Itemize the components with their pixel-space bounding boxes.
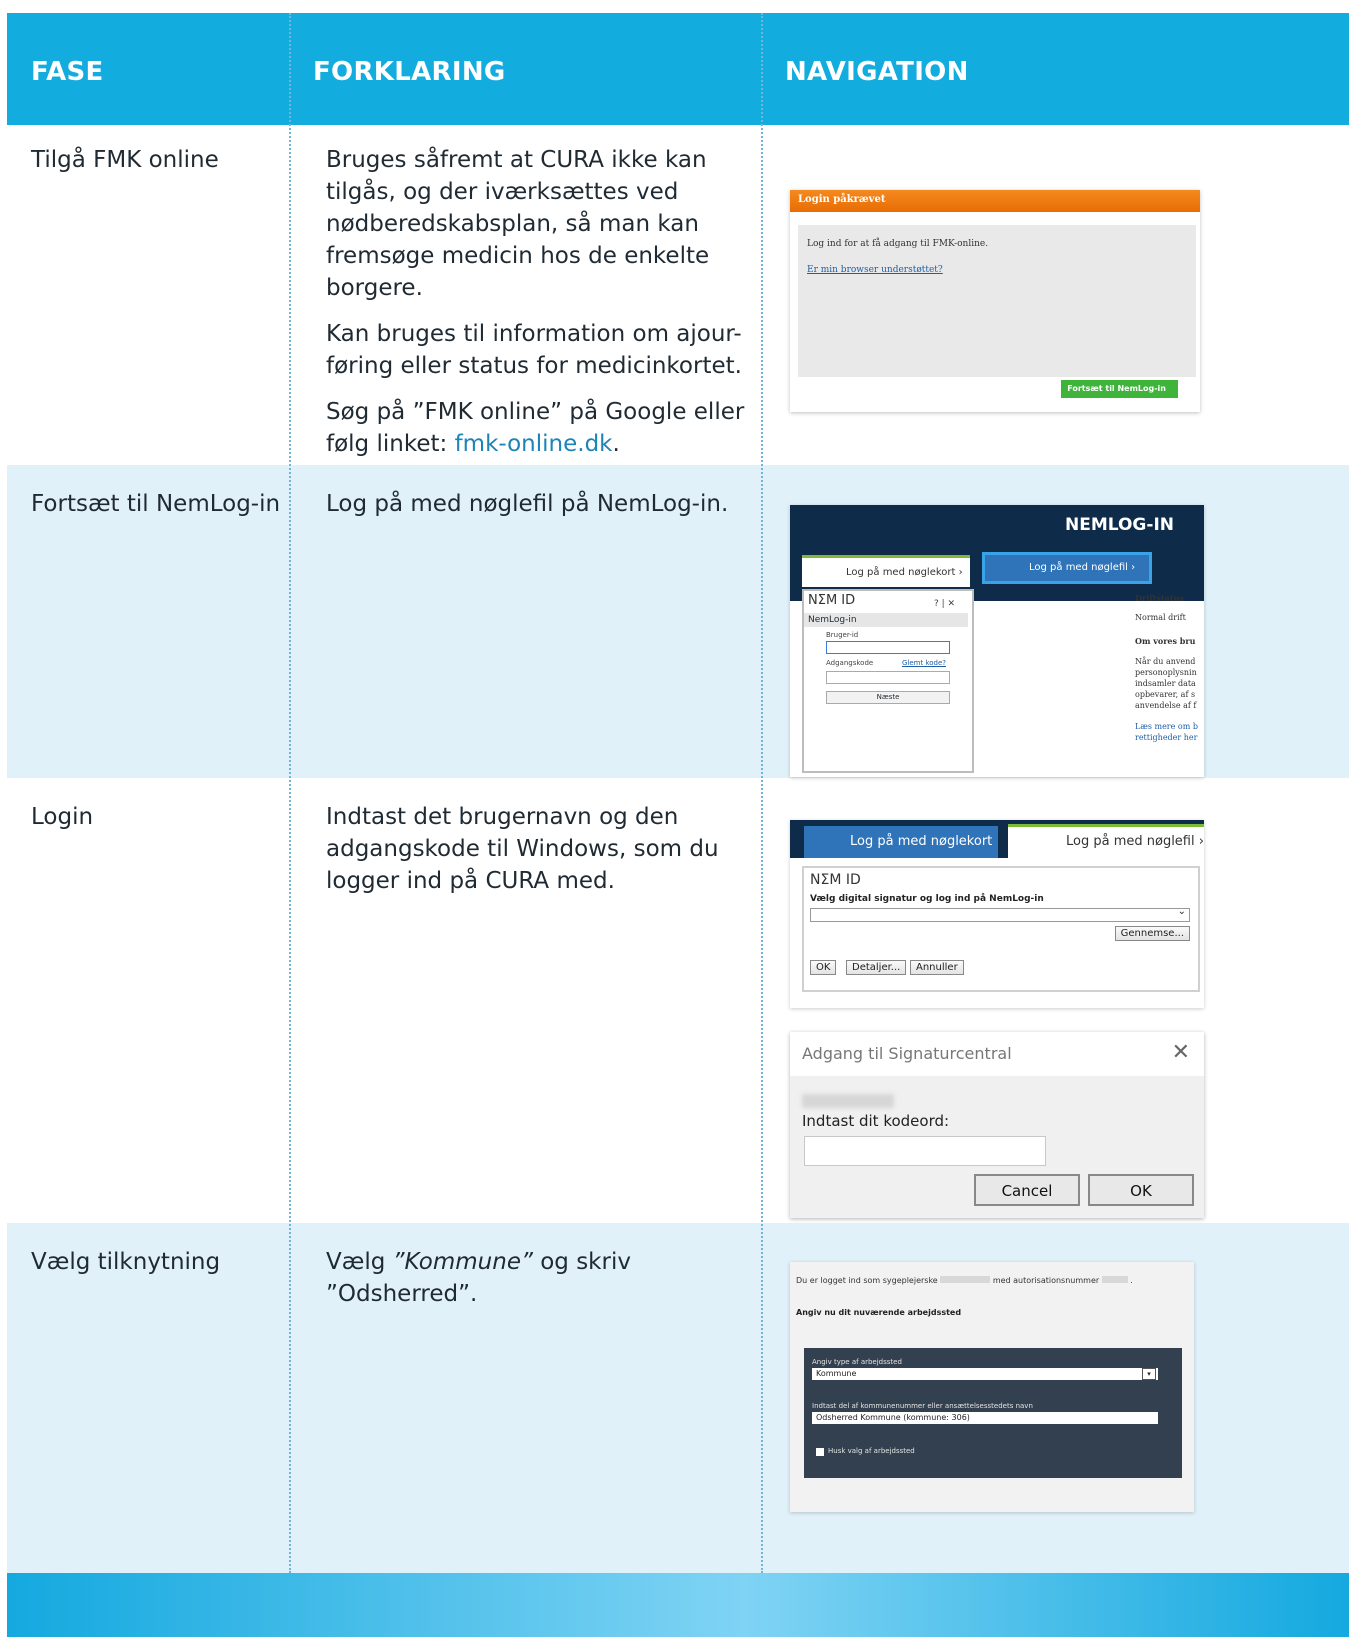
dialog-titlebar: Adgang til Signaturcentral ✕ [790,1032,1204,1076]
tab-keycard[interactable]: Log på med nøglekort › [804,826,998,881]
nemid-login-card: NΣM ID ? | ✕ NemLog-in Bruger-id Adgangs… [802,589,974,773]
side-status: Normal drift [1135,613,1186,622]
close-icon[interactable]: ✕ [1172,1040,1190,1065]
remember-label: Husk valg af arbejdssted [828,1447,915,1455]
ok-button[interactable]: OK [1088,1174,1194,1206]
workplace-form: Angiv type af arbejdssted Kommune ▾ Indta… [804,1348,1182,1478]
nemid-logo: NΣM ID [810,872,861,888]
next-button[interactable]: Næste [826,691,950,704]
tab-bar: Log på med nøglekort › Log på med nøglef… [790,820,1204,881]
tab-keyfile[interactable]: Log på med nøglefil › [982,552,1152,584]
continue-nemlogin-button[interactable]: Fortsæt til NemLog-in [1061,380,1178,398]
header-forklaring: FORKLARING [313,57,506,87]
type-value: Kommune [816,1369,857,1378]
login-panel: Log ind for at få adgang til FMK-online.… [798,225,1196,377]
side-title: Driftstatus [1135,593,1184,603]
text: med autorisationsnummer [992,1276,1100,1285]
nemlogin-logo: NEMLOG-IN [1065,515,1174,535]
chevron-down-icon: ▾ [1142,1368,1156,1380]
cancel-button[interactable]: Cancel [974,1174,1080,1206]
paragraph: Vælg ”Kommune” og skriv ”Odsherred”. [326,1246,756,1310]
login-required-bar: Login påkrævet [790,190,1200,212]
text: Du er logget ind som sygeplejerske [796,1276,938,1285]
password-label: Adgangskode [826,659,874,667]
driftstatus-panel: Driftstatus Normal drift Om vores bru Nå… [1135,589,1204,769]
nemlogin-subtitle: NemLog-in [804,613,968,627]
remember-checkbox[interactable] [816,1448,824,1456]
blurred-username [802,1094,894,1108]
login-text: Log ind for at få adgang til FMK-online. [807,239,989,249]
footer-band [7,1573,1349,1637]
nemlogin-screenshot: NEMLOG-IN Log på med nøglekort › Log på … [790,505,1204,777]
paragraph: Bruges såfremt at CURA ikke kan tilgås, … [326,147,710,301]
text: . [612,431,620,457]
search-label: Indtast del af kommunenummer eller ansæt… [812,1402,1033,1410]
password-input[interactable] [804,1136,1046,1166]
table-header: FASE FORKLARING NAVIGATION [7,13,1349,125]
fase-label: Login [31,804,94,830]
forklaring-text: Log på med nøglefil på NemLog-in. [326,488,756,534]
tab-keyfile[interactable]: Log på med nøglefil › [1008,824,1204,858]
side-title: Om vores bru [1135,636,1196,646]
paragraph: Kan bruges til information om ajour-føri… [326,321,742,379]
chevron-down-icon: ⌄ [1177,906,1186,917]
forklaring-text: Vælg ”Kommune” og skriv ”Odsherred”. [326,1246,756,1324]
signature-select[interactable]: ⌄ [810,906,1190,922]
paragraph: Log på med nøglefil på NemLog-in. [326,491,729,517]
fmk-online-link[interactable]: fmk-online.dk [455,431,613,457]
cancel-button[interactable]: Annuller [910,960,964,975]
nemid-logo: NΣM ID [808,593,856,608]
workplace-search-input[interactable]: Odsherred Kommune (kommune: 306) [812,1412,1158,1424]
header-fase: FASE [31,57,104,87]
ok-button[interactable]: OK [810,960,837,975]
type-select[interactable]: Kommune ▾ [812,1368,1158,1380]
nemid-controls[interactable]: ? | ✕ [934,599,955,609]
workplace-screenshot: Du er logget ind som sygeplejerske med a… [790,1262,1194,1512]
user-id-label: Bruger-id [826,631,859,639]
tab-keycard[interactable]: Log på med nøglekort › [802,555,970,587]
paragraph: Søg på ”FMK online” på Google eller følg… [326,396,756,460]
side-link[interactable]: Læs mere om b rettigheder her [1135,721,1204,743]
fase-label: Fortsæt til NemLog-in [31,491,281,517]
blurred-name [940,1276,991,1283]
signaturcentral-dialog: Adgang til Signaturcentral ✕ Indtast dit… [790,1032,1204,1218]
fase-label: Vælg tilknytning [31,1249,221,1275]
column-divider [289,13,291,1573]
user-id-input[interactable] [826,641,950,654]
nemid-signature-screenshot: Log på med nøglekort › Log på med nøglef… [790,820,1204,1008]
dialog-title: Adgang til Signaturcentral [802,1044,1012,1063]
paragraph: Indtast det brugernavn og den adgangskod… [326,804,719,894]
workplace-heading: Angiv nu dit nuværende arbejdssted [796,1308,962,1317]
fmk-login-screenshot: Login påkrævet Log ind for at få adgang … [790,190,1200,412]
signature-label: Vælg digital signatur og log ind på NemL… [810,894,1044,904]
header-navigation: NAVIGATION [785,57,969,87]
signature-box: NΣM ID Vælg digital signatur og log ind … [802,866,1200,992]
fase-label: Tilgå FMK online [31,147,219,173]
browse-button[interactable]: Gennemse... [1114,926,1190,941]
password-input[interactable] [826,671,950,684]
browser-support-link[interactable]: Er min browser understøttet? [807,265,943,275]
forklaring-text: Bruges såfremt at CURA ikke kan tilgås, … [326,144,756,474]
forklaring-text: Indtast det brugernavn og den adgangskod… [326,801,756,911]
forgot-password-link[interactable]: Glemt kode? [902,659,946,667]
blurred-number [1101,1276,1128,1283]
emphasis: ”Kommune” [392,1249,533,1275]
password-prompt: Indtast dit kodeord: [802,1112,950,1130]
details-button[interactable]: Detaljer... [846,960,907,975]
logged-in-text: Du er logget ind som sygeplejerske med a… [796,1276,1133,1285]
side-text: Når du anvend personoplysnin indsamler d… [1135,657,1197,710]
nemlogin-header: NEMLOG-IN Log på med nøglekort › Log på … [790,505,1204,601]
text: Vælg [326,1249,393,1275]
type-label: Angiv type af arbejdssted [812,1358,902,1366]
column-divider [761,13,763,1573]
